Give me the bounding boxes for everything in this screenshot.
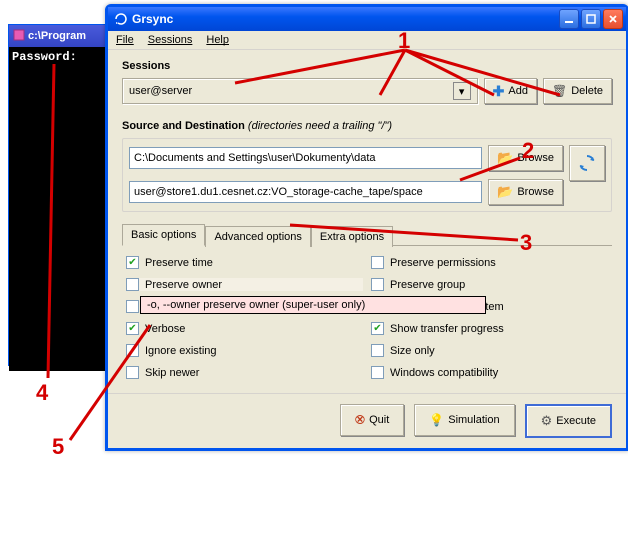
checkbox-icon	[126, 300, 139, 313]
source-input[interactable]	[129, 147, 482, 169]
swap-icon	[577, 153, 597, 173]
folder-icon: 📂	[497, 150, 513, 166]
opt-preserve-group[interactable]: Preserve group	[371, 278, 608, 291]
trash-icon: 🗑	[552, 84, 567, 98]
add-session-button[interactable]: ✚ Add	[484, 78, 537, 104]
checkbox-icon	[371, 366, 384, 379]
add-label: Add	[508, 85, 528, 97]
browse-label: Browse	[517, 152, 554, 164]
titlebar[interactable]: Grsync	[108, 7, 626, 31]
opt-preserve-time[interactable]: Preserve time	[126, 256, 363, 269]
opt-label: Size only	[390, 345, 435, 357]
bg-title-icon	[13, 29, 25, 44]
footer-buttons: ⮿ Quit 💡 Simulation ⚙ Execute	[108, 393, 626, 448]
checkbox-icon	[371, 278, 384, 291]
tab-basic[interactable]: Basic options	[122, 224, 205, 246]
opt-windows-compatibility[interactable]: Windows compatibility	[371, 366, 608, 379]
opt-show-transfer-progress[interactable]: Show transfer progress	[371, 322, 608, 335]
srcdest-block: 📂 Browse 📂 Browse	[122, 138, 612, 212]
bg-titlebar: c:\Program	[9, 25, 111, 47]
bg-title-text: c:\Program	[28, 30, 86, 42]
opt-verbose[interactable]: Verbose	[126, 322, 363, 335]
destination-input[interactable]	[129, 181, 482, 203]
simulation-button[interactable]: 💡 Simulation	[414, 404, 514, 436]
quit-icon: ⮿	[355, 412, 365, 428]
bulb-icon: 💡	[429, 413, 444, 427]
srcdest-note: (directories need a trailing "/")	[248, 120, 392, 132]
app-icon	[114, 12, 128, 26]
menu-file[interactable]: File	[116, 34, 134, 46]
checkbox-icon	[371, 344, 384, 357]
simulation-label: Simulation	[448, 414, 499, 426]
terminal-prompt: Password:	[12, 50, 77, 64]
checkbox-icon	[126, 322, 139, 335]
delete-session-button[interactable]: 🗑 Delete	[543, 78, 612, 104]
opt-label: Preserve time	[145, 257, 213, 269]
options-tabs: Basic options Advanced options Extra opt…	[122, 224, 612, 246]
sessions-dropdown[interactable]: user@server ▾	[122, 78, 478, 104]
folder-icon: 📂	[497, 184, 513, 200]
opt-label: Skip newer	[145, 367, 199, 379]
opt-label: Verbose	[145, 323, 185, 335]
tooltip-preserve-owner: -o, --owner preserve owner (super-user o…	[140, 296, 486, 314]
quit-button[interactable]: ⮿ Quit	[340, 404, 405, 436]
minimize-button[interactable]	[559, 9, 579, 29]
opt-preserve-owner[interactable]: Preserve owner	[126, 278, 363, 291]
browse-source-button[interactable]: 📂 Browse	[488, 145, 563, 171]
menubar: File Sessions Help	[108, 31, 626, 50]
sessions-selected: user@server	[129, 85, 192, 97]
checkbox-icon	[126, 278, 139, 291]
opt-label: Ignore existing	[145, 345, 217, 357]
sessions-label: Sessions	[122, 60, 612, 72]
background-terminal-window: c:\Program Password:	[8, 24, 112, 366]
menu-sessions[interactable]: Sessions	[148, 34, 193, 46]
opt-preserve-permissions[interactable]: Preserve permissions	[371, 256, 608, 269]
chevron-down-icon: ▾	[453, 82, 471, 100]
tab-extra[interactable]: Extra options	[311, 226, 393, 247]
checkbox-icon	[126, 366, 139, 379]
srcdest-label: Source and Destination (directories need…	[122, 120, 612, 132]
window-title: Grsync	[132, 12, 557, 26]
basic-options-grid: Preserve time Preserve permissions Prese…	[122, 256, 612, 379]
annotation-5: 5	[52, 434, 64, 459]
opt-label: Show transfer progress	[390, 323, 504, 335]
maximize-button[interactable]	[581, 9, 601, 29]
quit-label: Quit	[369, 414, 389, 426]
menu-help[interactable]: Help	[206, 34, 229, 46]
srcdest-label-text: Source and Destination	[122, 120, 245, 132]
browse-destination-button[interactable]: 📂 Browse	[488, 179, 563, 205]
opt-label: Preserve permissions	[390, 257, 496, 269]
execute-button[interactable]: ⚙ Execute	[525, 404, 612, 438]
annotation-4: 4	[36, 380, 49, 405]
checkbox-icon	[371, 256, 384, 269]
grsync-window: Grsync File Sessions Help Sessions user@…	[105, 4, 628, 451]
gear-icon: ⚙	[541, 413, 553, 429]
opt-ignore-existing[interactable]: Ignore existing	[126, 344, 363, 357]
plus-icon: ✚	[493, 83, 505, 100]
browse-label: Browse	[517, 186, 554, 198]
close-button[interactable]	[603, 9, 623, 29]
execute-label: Execute	[556, 415, 596, 427]
opt-label: Preserve owner	[145, 279, 222, 291]
swap-button[interactable]	[569, 145, 605, 181]
checkbox-icon	[371, 322, 384, 335]
checkbox-icon	[126, 256, 139, 269]
opt-size-only[interactable]: Size only	[371, 344, 608, 357]
opt-skip-newer[interactable]: Skip newer	[126, 366, 363, 379]
checkbox-icon	[126, 344, 139, 357]
delete-label: Delete	[571, 85, 603, 97]
tab-advanced[interactable]: Advanced options	[205, 226, 310, 247]
opt-label: Preserve group	[390, 279, 465, 291]
terminal-body[interactable]: Password:	[9, 47, 111, 371]
opt-label: Windows compatibility	[390, 367, 498, 379]
